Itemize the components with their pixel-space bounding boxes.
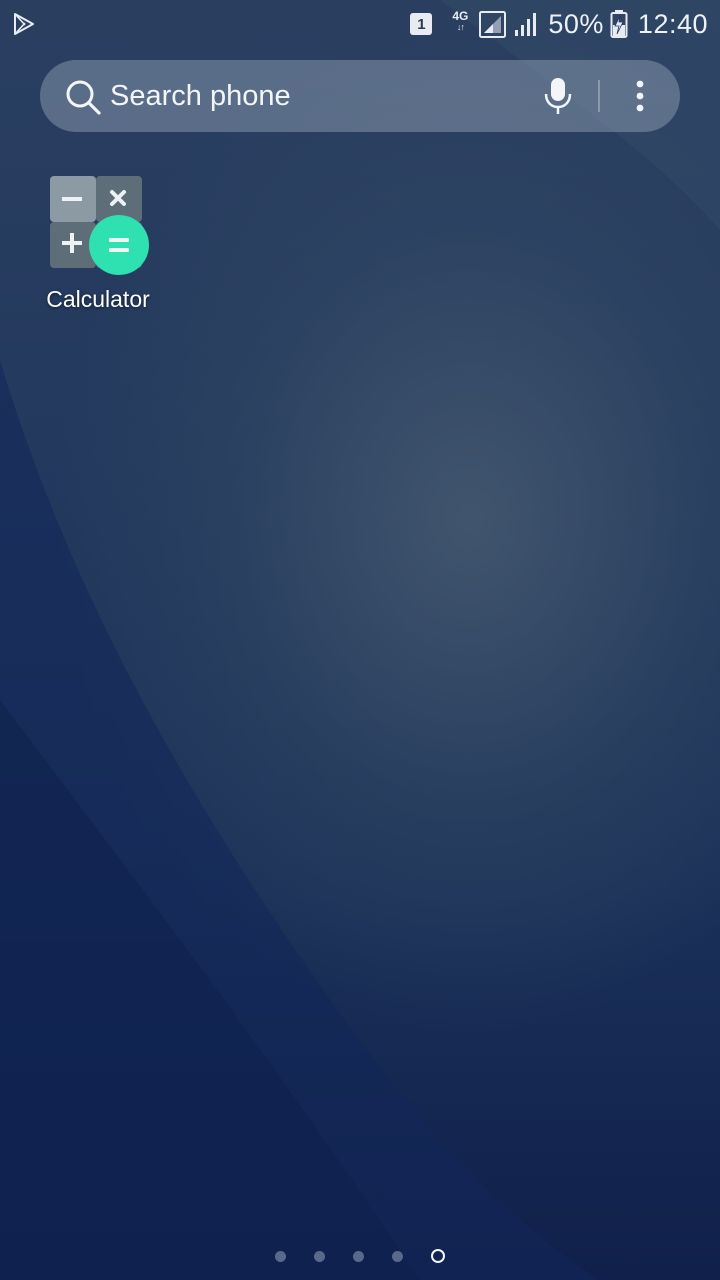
app-label: Calculator [46, 286, 150, 312]
clock: 12:40 [637, 8, 708, 39]
network-type-label: 4G [452, 9, 469, 23]
mic-icon[interactable] [542, 76, 574, 116]
network-type-indicator: 4G ↓↑ [448, 10, 472, 38]
calculator-icon [50, 176, 149, 275]
more-vert-icon[interactable] [628, 78, 652, 114]
page-indicator[interactable] [0, 1244, 720, 1268]
app-calculator[interactable]: Calculator [30, 170, 166, 320]
page-dot[interactable] [314, 1250, 325, 1262]
play-store-icon [14, 13, 34, 35]
search-icon [66, 80, 101, 115]
sim1-signal-icon [479, 11, 507, 38]
sim-slot-badge: 1 [410, 13, 433, 35]
page-dot[interactable] [392, 1250, 403, 1262]
battery-percentage: 50% [548, 8, 604, 39]
search-divider [598, 80, 600, 112]
status-bar: 1 4G ↓↑ 50% 12:40 [0, 0, 720, 48]
search-bar[interactable]: Search phone [40, 60, 680, 132]
search-placeholder: Search phone [110, 80, 291, 112]
status-indicators: 1 4G ↓↑ 50% 12:40 [410, 6, 708, 42]
page-dot[interactable] [275, 1250, 286, 1262]
network-activity-icon: ↓↑ [456, 22, 465, 32]
page-dot[interactable] [353, 1250, 364, 1262]
battery-charging-icon [610, 10, 628, 38]
page-dot-active[interactable] [431, 1249, 445, 1263]
sim2-signal-icon [515, 13, 537, 36]
